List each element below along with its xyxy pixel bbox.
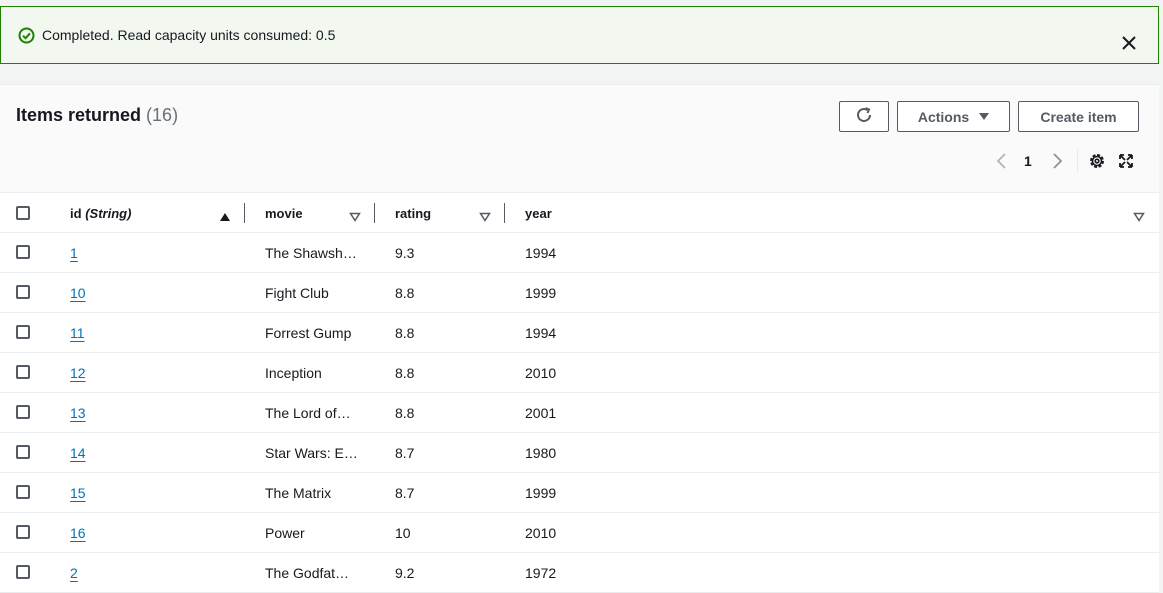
chevron-right-icon[interactable]: [1050, 151, 1064, 171]
cell-rating: 8.8: [395, 405, 415, 421]
table-row[interactable]: 2 The Godfat… 9.2 1972: [0, 553, 1159, 593]
sort-icon[interactable]: [479, 209, 491, 222]
refresh-icon: [855, 106, 873, 127]
table-row[interactable]: 12 Inception 8.8 2010: [0, 353, 1159, 393]
cell-rating: 10: [395, 525, 411, 541]
cell-id-link[interactable]: 10: [70, 285, 86, 301]
flash-message: Completed. Read capacity units consumed:…: [42, 27, 336, 43]
scrollbar[interactable]: [1159, 0, 1163, 590]
row-checkbox[interactable]: [16, 565, 30, 579]
cell-id-link[interactable]: 15: [70, 485, 86, 501]
column-id-type: (String): [85, 206, 132, 221]
table-row[interactable]: 11 Forrest Gump 8.8 1994: [0, 313, 1159, 353]
cell-rating: 9.3: [395, 245, 415, 261]
refresh-button[interactable]: [839, 101, 889, 132]
row-checkbox[interactable]: [16, 285, 30, 299]
items-panel-header: Items returned (16) Actions Create item 1: [0, 85, 1159, 193]
cell-id-link[interactable]: 2: [70, 565, 78, 581]
cell-year: 1999: [525, 285, 557, 301]
actions-button[interactable]: Actions: [897, 101, 1010, 132]
page-title: Items returned (16): [16, 105, 178, 126]
cell-year: 2010: [525, 365, 557, 381]
row-checkbox[interactable]: [16, 525, 30, 539]
column-header-rating[interactable]: rating: [395, 206, 431, 221]
caret-down-icon: [979, 113, 990, 120]
cell-year: 2010: [525, 525, 557, 541]
title-text: Items returned: [16, 105, 142, 125]
cell-rating: 9.2: [395, 565, 415, 581]
items-panel: Items returned (16) Actions Create item 1: [0, 84, 1159, 593]
column-header-movie[interactable]: movie: [265, 206, 303, 221]
cell-rating: 8.8: [395, 325, 415, 341]
column-resizer[interactable]: [504, 203, 505, 223]
table-row[interactable]: 1 The Shawsh… 9.3 1994: [0, 233, 1159, 273]
column-id-label: id: [70, 206, 82, 221]
column-header-id[interactable]: id (String): [70, 206, 131, 221]
table-header: id (String) movie rating year: [0, 193, 1159, 233]
sort-icon[interactable]: [1133, 209, 1145, 222]
page-number[interactable]: 1: [1024, 153, 1036, 173]
row-checkbox[interactable]: [16, 405, 30, 419]
actions-label: Actions: [917, 108, 970, 125]
table-row[interactable]: 14 Star Wars: E… 8.7 1980: [0, 433, 1159, 473]
cell-year: 1994: [525, 245, 557, 261]
table-row[interactable]: 13 The Lord of… 8.8 2001: [0, 393, 1159, 433]
row-checkbox[interactable]: [16, 485, 30, 499]
cell-id-link[interactable]: 11: [70, 325, 85, 341]
cell-rating: 8.8: [395, 365, 415, 381]
cell-movie: Fight Club: [265, 285, 329, 301]
table-row[interactable]: 16 Power 10 2010: [0, 513, 1159, 553]
column-resizer[interactable]: [244, 203, 245, 223]
table-row[interactable]: 10 Fight Club 8.8 1999: [0, 273, 1159, 313]
cell-movie: Forrest Gump: [265, 325, 352, 341]
cell-movie: The Lord of…: [265, 405, 351, 421]
cell-year: 2001: [525, 405, 557, 421]
column-header-year[interactable]: year: [525, 206, 552, 221]
cell-year: 1980: [525, 445, 557, 461]
cell-year: 1972: [525, 565, 557, 581]
fullscreen-icon[interactable]: [1117, 151, 1135, 171]
close-icon[interactable]: [1119, 33, 1141, 55]
gear-icon[interactable]: [1088, 151, 1106, 171]
cell-rating: 8.8: [395, 285, 415, 301]
cell-movie: The Matrix: [265, 485, 332, 501]
cell-year: 1994: [525, 325, 557, 341]
row-checkbox[interactable]: [16, 445, 30, 459]
cell-rating: 8.7: [395, 445, 415, 461]
sort-icon[interactable]: [349, 209, 361, 222]
create-item-label: Create item: [1040, 108, 1117, 125]
table-row[interactable]: 15 The Matrix 8.7 1999: [0, 473, 1159, 513]
cell-year: 1999: [525, 485, 557, 501]
items-count: (16): [146, 105, 179, 125]
cell-id-link[interactable]: 1: [70, 245, 78, 261]
cell-movie: Star Wars: E…: [265, 445, 358, 461]
row-checkbox[interactable]: [16, 325, 30, 339]
chevron-left-icon[interactable]: [995, 151, 1009, 171]
pager-divider: [1077, 149, 1078, 173]
select-all-checkbox[interactable]: [16, 206, 30, 220]
cell-movie: Power: [265, 525, 305, 541]
cell-id-link[interactable]: 14: [70, 445, 86, 461]
cell-id-link[interactable]: 12: [70, 365, 86, 381]
cell-rating: 8.7: [395, 485, 415, 501]
cell-movie: Inception: [265, 365, 322, 381]
cell-movie: The Shawsh…: [265, 245, 357, 261]
create-item-button[interactable]: Create item: [1018, 101, 1139, 132]
row-checkbox[interactable]: [16, 365, 30, 379]
cell-id-link[interactable]: 13: [70, 405, 86, 421]
success-flash-banner: Completed. Read capacity units consumed:…: [0, 6, 1159, 64]
row-checkbox[interactable]: [16, 245, 30, 259]
column-resizer[interactable]: [374, 203, 375, 223]
check-circle-icon: [18, 27, 35, 44]
cell-movie: The Godfat…: [265, 565, 350, 581]
cell-id-link[interactable]: 16: [70, 525, 86, 541]
sort-ascending-icon[interactable]: [219, 209, 231, 221]
